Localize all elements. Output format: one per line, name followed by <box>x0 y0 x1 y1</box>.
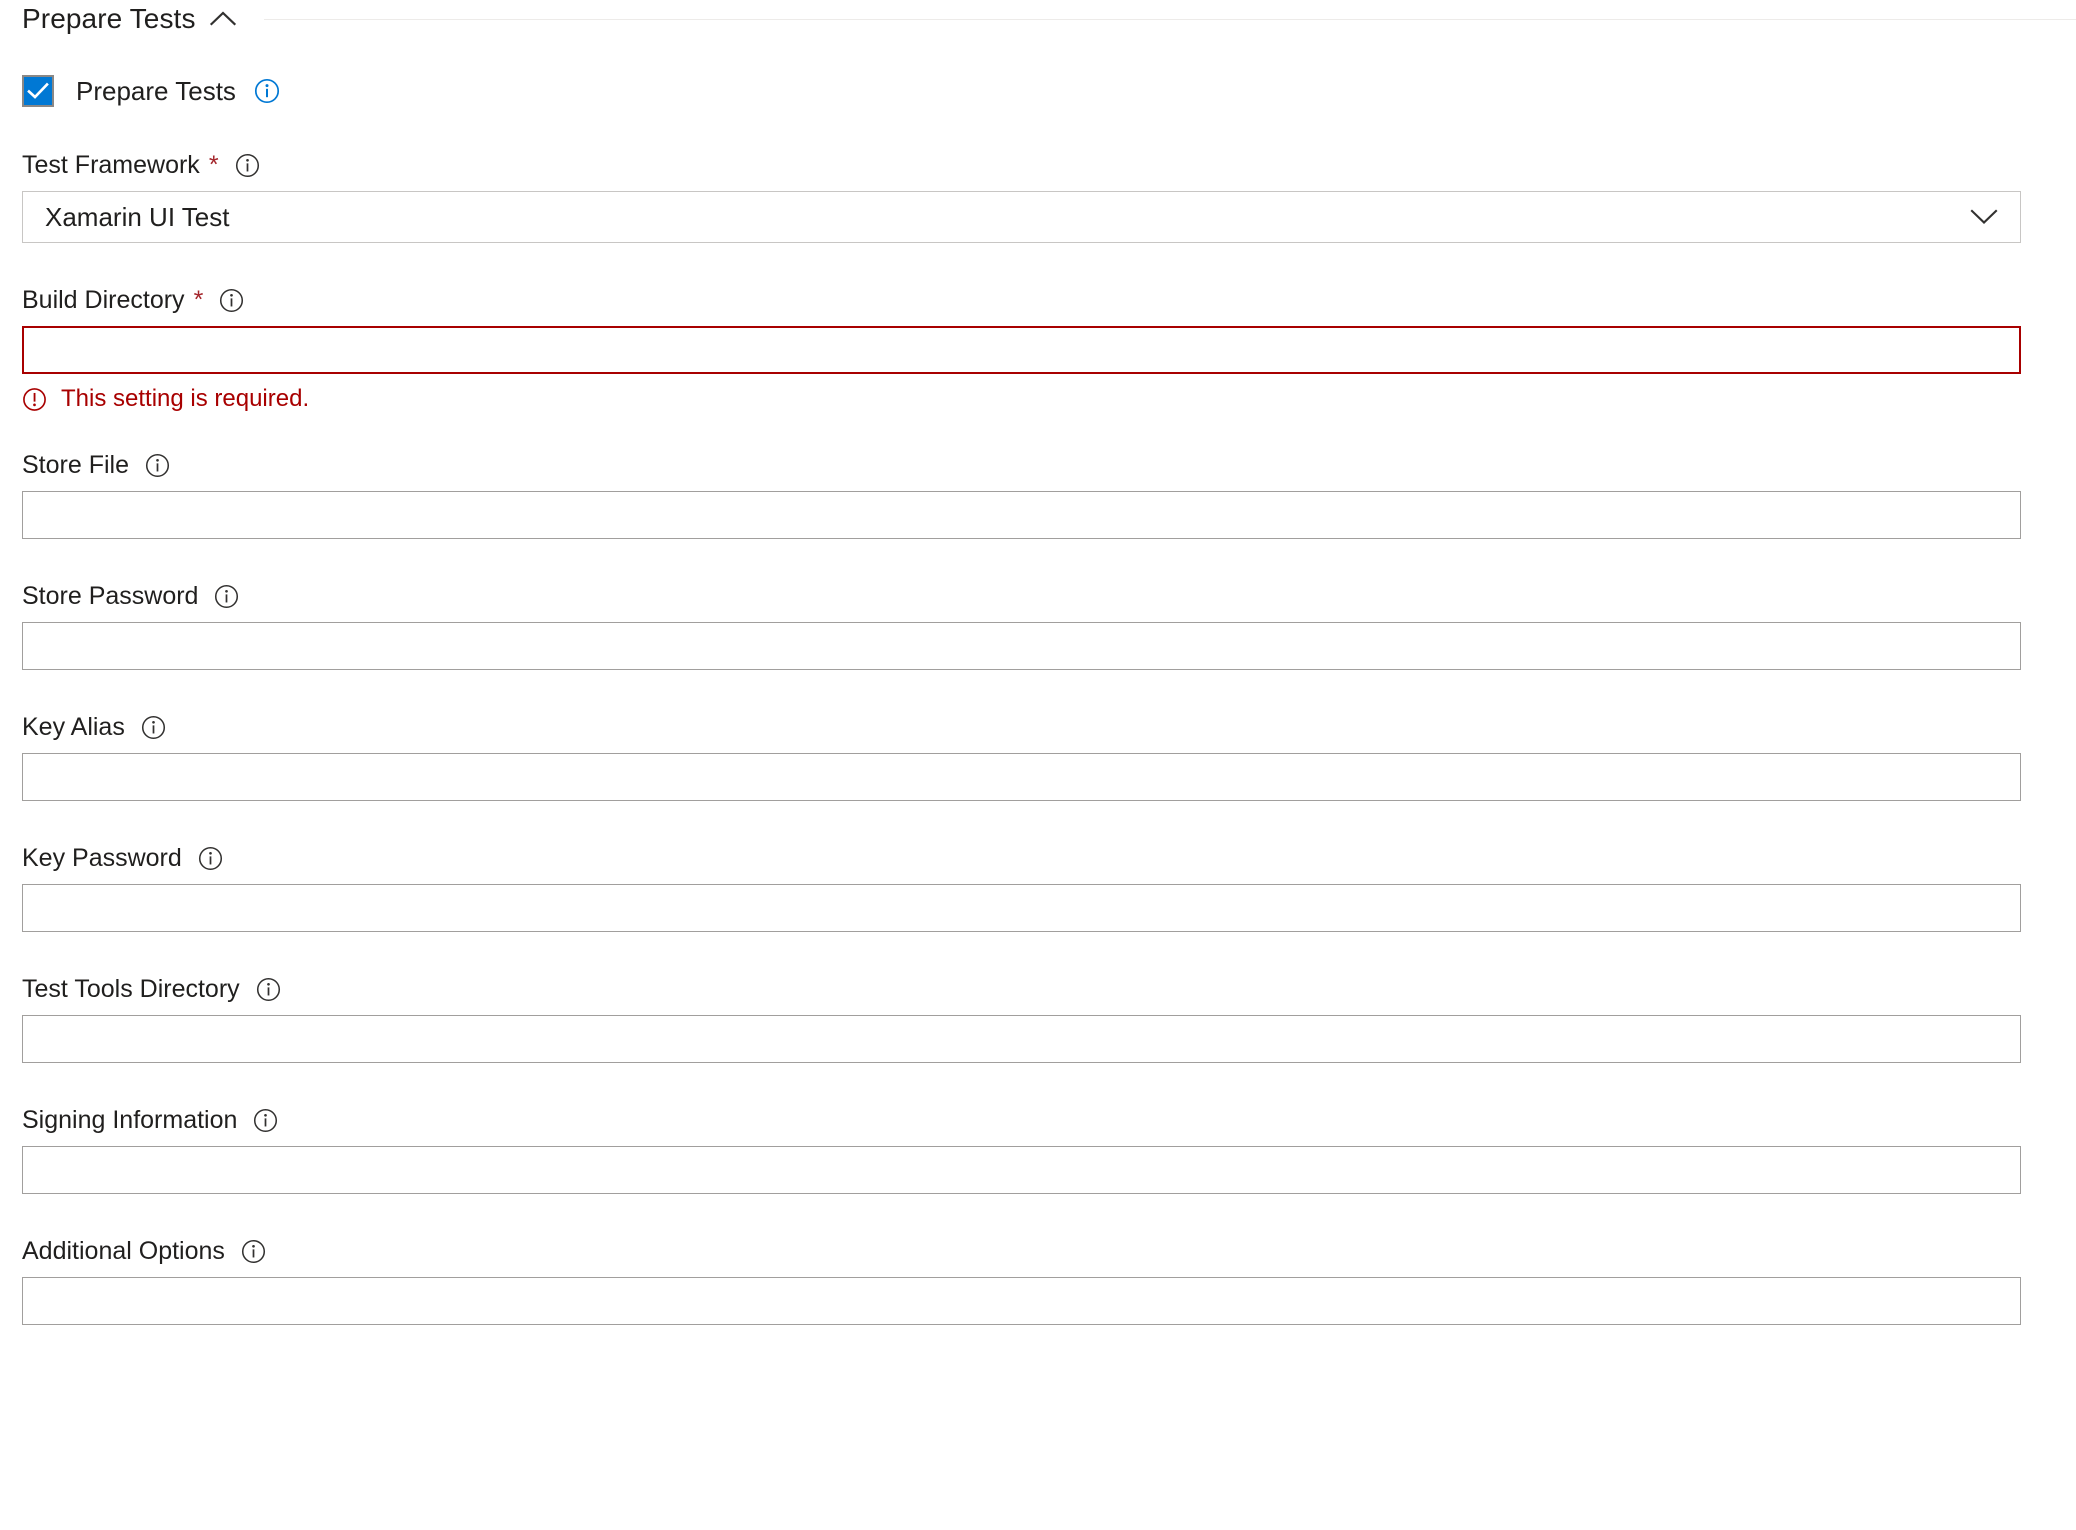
field-label-row-store-password: Store Password <box>22 581 2026 611</box>
section-title: Prepare Tests <box>22 3 196 34</box>
label-additional-options: Additional Options <box>22 1236 225 1265</box>
field-store-password: Store Password <box>0 581 2076 670</box>
error-message-build-directory: This setting is required. <box>22 384 2026 414</box>
field-label-row-test-framework: Test Framework * <box>22 150 2026 180</box>
info-icon-additional-options[interactable] <box>241 1239 266 1264</box>
label-build-directory: Build Directory <box>22 285 185 314</box>
info-icon-store-file[interactable] <box>145 453 170 478</box>
select-test-framework-value: Xamarin UI Test <box>45 201 230 232</box>
field-key-password: Key Password <box>0 843 2076 932</box>
field-test-tools-directory: Test Tools Directory <box>0 974 2076 1063</box>
chevron-up-icon[interactable] <box>209 11 236 27</box>
info-icon-key-alias[interactable] <box>141 715 166 740</box>
label-key-alias: Key Alias <box>22 712 125 741</box>
field-test-framework: Test Framework * Xamarin UI Test <box>0 150 2076 243</box>
field-store-file: Store File <box>0 450 2076 539</box>
input-signing-information[interactable] <box>22 1146 2021 1194</box>
field-build-directory: Build Directory * This setting is requir… <box>0 285 2076 414</box>
field-label-row-test-tools-directory: Test Tools Directory <box>22 974 2026 1004</box>
info-icon-signing-information[interactable] <box>253 1108 278 1133</box>
info-icon-test-framework[interactable] <box>235 153 260 178</box>
input-build-directory[interactable] <box>22 326 2021 374</box>
info-icon-test-tools-directory[interactable] <box>256 977 281 1002</box>
field-label-row-key-password: Key Password <box>22 843 2026 873</box>
prepare-tests-checkbox-label: Prepare Tests <box>76 75 236 106</box>
input-store-file[interactable] <box>22 491 2021 539</box>
field-label-row-key-alias: Key Alias <box>22 712 2026 742</box>
prepare-tests-form: Prepare Tests Prepare Tests Test Framewo… <box>0 2 2076 1530</box>
required-indicator-build-directory: * <box>193 285 204 314</box>
required-indicator-test-framework: * <box>208 150 219 179</box>
select-test-framework[interactable]: Xamarin UI Test <box>22 191 2021 243</box>
input-key-password[interactable] <box>22 884 2021 932</box>
field-label-row-additional-options: Additional Options <box>22 1236 2026 1266</box>
field-additional-options: Additional Options <box>0 1236 2076 1325</box>
prepare-tests-checkbox-row[interactable]: Prepare Tests <box>0 74 2076 108</box>
field-label-row-signing-information: Signing Information <box>22 1105 2026 1135</box>
label-signing-information: Signing Information <box>22 1105 238 1134</box>
label-test-framework: Test Framework <box>22 150 200 179</box>
error-circle-icon <box>22 387 47 412</box>
prepare-tests-checkbox[interactable] <box>22 75 54 107</box>
field-label-row-build-directory: Build Directory * <box>22 285 2026 315</box>
label-test-tools-directory: Test Tools Directory <box>22 974 240 1003</box>
input-store-password[interactable] <box>22 622 2021 670</box>
section-divider <box>263 18 2076 20</box>
error-text-build-directory: This setting is required. <box>61 385 310 412</box>
label-store-password: Store Password <box>22 581 199 610</box>
input-key-alias[interactable] <box>22 753 2021 801</box>
field-label-row-store-file: Store File <box>22 450 2026 480</box>
input-additional-options[interactable] <box>22 1277 2021 1325</box>
label-store-file: Store File <box>22 450 129 479</box>
info-icon-build-directory[interactable] <box>219 288 244 313</box>
section-header-prepare-tests[interactable]: Prepare Tests <box>0 2 2076 36</box>
input-test-tools-directory[interactable] <box>22 1015 2021 1063</box>
info-icon-store-password[interactable] <box>214 584 239 609</box>
label-key-password: Key Password <box>22 843 182 872</box>
info-icon-key-password[interactable] <box>198 846 223 871</box>
field-signing-information: Signing Information <box>0 1105 2076 1194</box>
field-key-alias: Key Alias <box>0 712 2076 801</box>
chevron-down-icon[interactable] <box>1970 209 1998 226</box>
info-icon-prepare-tests[interactable] <box>254 78 280 104</box>
